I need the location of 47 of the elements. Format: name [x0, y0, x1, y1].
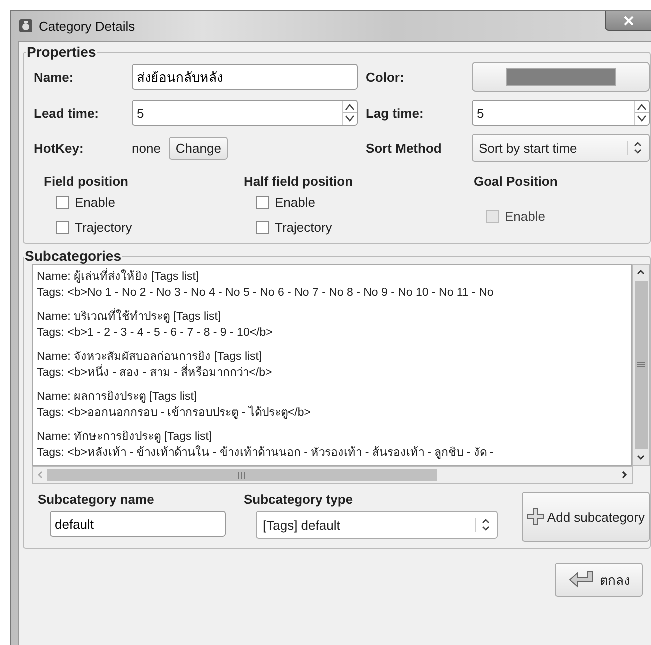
- subcategory-item[interactable]: Name: ผลการยิงประตู [Tags list] Tags: <b>ออกนอกกรอบ - เข้ากรอบประตู - ได้ประตู</b>: [37, 389, 631, 421]
- field-label: Subcategory name: [38, 492, 156, 507]
- plus-icon: [527, 508, 546, 526]
- group-title: Subcategories: [24, 248, 122, 264]
- field-label: Lag time:: [366, 106, 425, 120]
- subcategory-name-field[interactable]: default: [50, 511, 226, 537]
- grip-icon: [238, 472, 246, 478]
- checkbox-option: Enable: [486, 209, 650, 224]
- app-icon: [19, 19, 33, 33]
- section-title: Half field position: [244, 174, 354, 189]
- subcategory-item[interactable]: Name: ผู้เล่นที่ส่งให้ยิง [Tags list] Tags: <b>No 1 - No 2 - No 3 - No 4 - No 5 - No 6 - No 7 - No 8 - No 9 - No 10 - No 11 - No: [37, 269, 631, 301]
- vertical-scrollbar[interactable]: [632, 264, 650, 466]
- checkbox-option[interactable]: Trajectory: [56, 220, 244, 235]
- lead-time-spinbox[interactable]: 5: [132, 100, 358, 126]
- field-label: Subcategory type: [244, 492, 354, 507]
- group-title: Properties: [26, 44, 98, 60]
- close-button[interactable]: [605, 11, 651, 31]
- field-label: Name:: [34, 70, 75, 84]
- subcategory-item[interactable]: Name: บริเวณที่ใช้ทำประตู [Tags list] Tags: <b>1 - 2 - 3 - 4 - 5 - 6 - 7 - 8 - 9 - 10</b>: [37, 309, 631, 341]
- window-title: Category Details: [39, 18, 136, 34]
- subcategory-item[interactable]: Name: จังหวะสัมผัสบอลก่อนการยิง [Tags list] Tags: <b>หนึ่ง - สอง - สาม - สี่หรือมากกว่า</b>: [37, 349, 631, 381]
- checkbox-option[interactable]: Enable: [256, 195, 474, 210]
- field-label: Sort Method: [366, 140, 443, 156]
- updown-caret-icon: [627, 141, 643, 155]
- subcategory-type-dropdown[interactable]: [Tags] default: [256, 511, 498, 539]
- return-arrow-icon: [568, 570, 596, 590]
- hotkey-value: none: [132, 140, 161, 156]
- field-label: HotKey:: [34, 140, 85, 156]
- checkbox-option[interactable]: Enable: [56, 195, 244, 210]
- subcategory-item[interactable]: Name: ทักษะการยิงประตู [Tags list] Tags: <b>หลังเท้า - ข้างเท้าด้านใน - ข้างเท้าด้านนอก - หัวรองเท้า - ส้นรองเท้า - ลูกชิบ - งัด -: [37, 429, 631, 461]
- checkbox-option[interactable]: Trajectory: [256, 220, 474, 235]
- add-subcategory-button[interactable]: Add subcategory: [522, 492, 650, 542]
- ok-button[interactable]: ตกลง: [555, 563, 643, 597]
- lag-time-spinbox[interactable]: 5: [472, 100, 650, 126]
- color-button[interactable]: [472, 62, 650, 92]
- field-label: Color:: [366, 70, 406, 84]
- section-title: Goal Position: [474, 174, 559, 189]
- updown-caret-icon: [475, 518, 491, 532]
- change-button[interactable]: Change: [168, 136, 228, 160]
- spin-arrows-icon: [342, 101, 357, 125]
- close-icon: [624, 16, 634, 26]
- grip-icon: [637, 362, 645, 368]
- horizontal-scrollbar[interactable]: [32, 466, 633, 484]
- field-label: Lead time:: [34, 106, 100, 120]
- name-field[interactable]: ส่งย้อนกลับหลัง: [132, 64, 358, 90]
- section-title: Field position: [44, 174, 130, 189]
- sort-method-dropdown[interactable]: Sort by start time: [472, 134, 650, 162]
